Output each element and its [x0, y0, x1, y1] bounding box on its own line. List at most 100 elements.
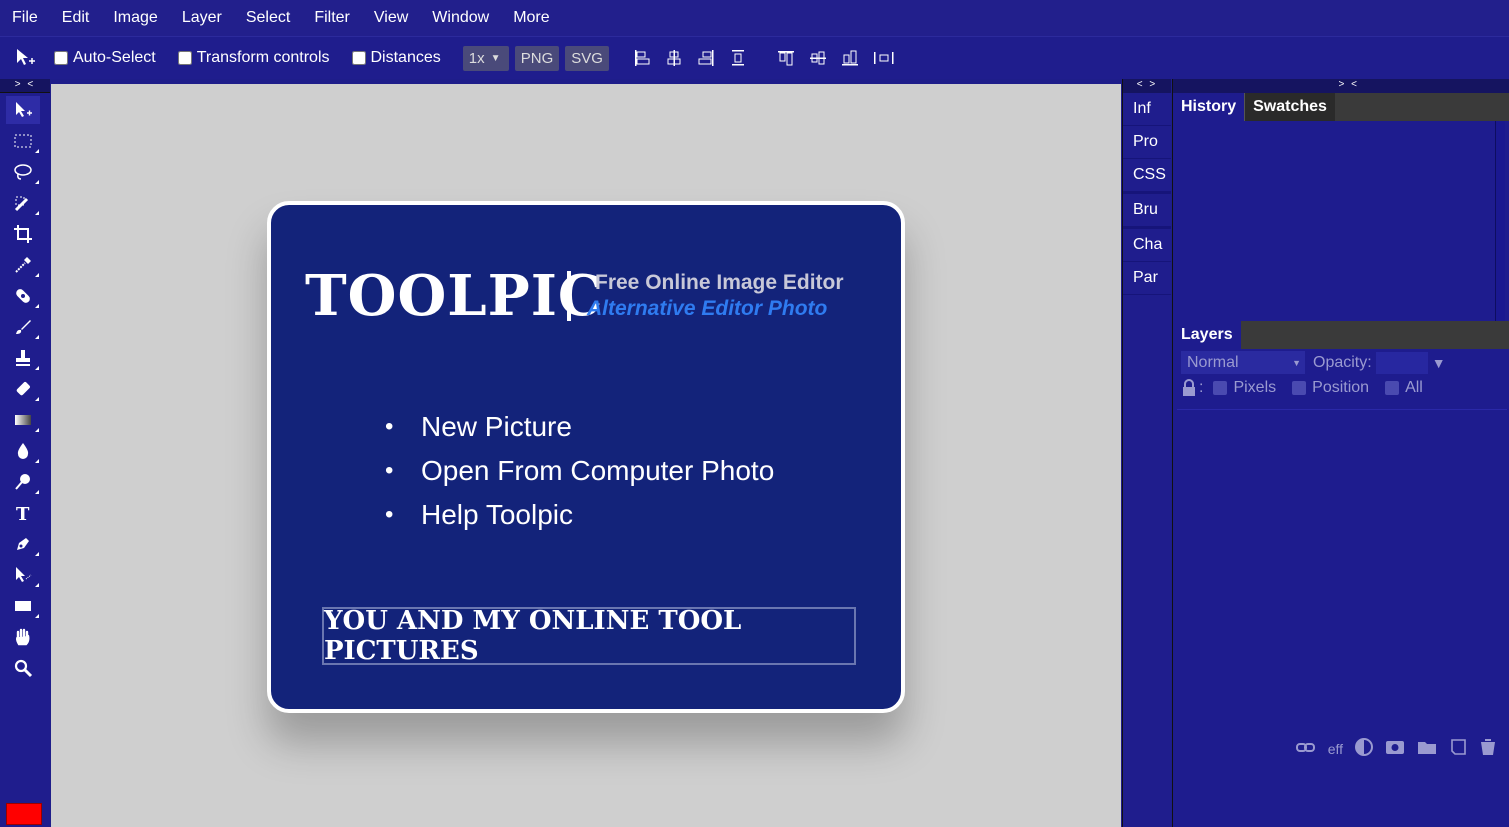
- marquee-tool[interactable]: [6, 127, 40, 155]
- distribute-vertical-icon[interactable]: [729, 49, 747, 67]
- foreground-color[interactable]: [6, 803, 42, 825]
- gradient-tool[interactable]: [6, 406, 40, 434]
- distances-label: Distances: [370, 49, 441, 66]
- clone-stamp-tool[interactable]: [6, 344, 40, 372]
- bandage-icon: [16, 289, 30, 303]
- opacity-dropdown-icon[interactable]: ▼: [1432, 355, 1446, 371]
- auto-select-checkbox[interactable]: Auto-Select: [54, 49, 156, 67]
- blend-mode-select[interactable]: Normal ▼: [1181, 351, 1305, 374]
- drop-icon: [17, 443, 29, 459]
- distances-input[interactable]: [351, 51, 366, 65]
- menu-bar: File Edit Image Layer Select Filter View…: [0, 0, 1509, 36]
- move-tool[interactable]: [6, 96, 40, 124]
- brush-icon: [16, 320, 31, 334]
- align-center-h-icon[interactable]: [665, 49, 683, 67]
- lock-all-box[interactable]: [1385, 381, 1400, 395]
- scale-select[interactable]: 1x ▼: [462, 45, 509, 71]
- pen-icon: [17, 538, 29, 550]
- dodge-tool[interactable]: [6, 468, 40, 496]
- transform-controls-input[interactable]: [177, 51, 192, 65]
- crop-tool[interactable]: [6, 220, 40, 248]
- menu-file[interactable]: File: [0, 9, 50, 27]
- menu-more[interactable]: More: [501, 9, 561, 27]
- lock-all-checkbox[interactable]: All: [1385, 379, 1423, 397]
- tab-history[interactable]: History: [1173, 93, 1245, 121]
- zoom-tool[interactable]: [6, 654, 40, 682]
- banner-text: YOU AND MY ONLINE TOOL PICTURES: [322, 606, 856, 666]
- shape-tool[interactable]: [6, 592, 40, 620]
- healing-tool[interactable]: [6, 282, 40, 310]
- chevron-down-icon: ▼: [490, 52, 501, 64]
- history-scrollbar[interactable]: [1495, 121, 1505, 321]
- lock-position-label: Position: [1312, 379, 1370, 396]
- link-icon[interactable]: [1295, 741, 1316, 757]
- menu-edit[interactable]: Edit: [50, 9, 102, 27]
- lock-pixels-checkbox[interactable]: Pixels: [1213, 379, 1276, 397]
- right-panel-collapse-toggle[interactable]: > <: [1173, 79, 1509, 93]
- marquee-icon: [14, 134, 32, 148]
- tab-css[interactable]: CSS: [1123, 159, 1171, 194]
- lock-position-checkbox[interactable]: Position: [1292, 379, 1369, 397]
- align-top-icon[interactable]: [777, 49, 795, 67]
- magic-wand-tool[interactable]: [6, 189, 40, 217]
- menu-layer[interactable]: Layer: [170, 9, 234, 27]
- options-bar: Auto-Select Transform controls Distances…: [0, 36, 1509, 79]
- canvas-image: TOOLPIC Free Online Image Editor Alterna…: [267, 201, 905, 713]
- stamp-icon: [16, 350, 30, 366]
- mini-panel-collapse-toggle[interactable]: < >: [1123, 79, 1171, 93]
- menu-view[interactable]: View: [362, 9, 420, 27]
- opacity-input[interactable]: [1375, 351, 1428, 374]
- text-tool[interactable]: T: [6, 499, 40, 527]
- logo-text: TOOLPIC: [305, 263, 604, 329]
- path-select-icon: [16, 567, 32, 582]
- layers-tabbar: Layers: [1173, 321, 1509, 349]
- align-left-icon[interactable]: [633, 49, 651, 67]
- effects-button[interactable]: eff: [1328, 741, 1343, 757]
- pen-tool[interactable]: [6, 530, 40, 558]
- blur-tool[interactable]: [6, 437, 40, 465]
- brush-tool[interactable]: [6, 313, 40, 341]
- tab-layers[interactable]: Layers: [1173, 321, 1241, 349]
- magnifier-icon: [14, 659, 33, 678]
- distribute-horizontal-icon[interactable]: [873, 49, 895, 67]
- tab-info[interactable]: Inf: [1123, 93, 1171, 126]
- tab-characters[interactable]: Cha: [1123, 229, 1171, 262]
- new-layer-icon[interactable]: [1449, 738, 1467, 759]
- hand-tool[interactable]: [6, 623, 40, 651]
- magic-wand-icon: [14, 196, 29, 212]
- menu-filter[interactable]: Filter: [302, 9, 362, 27]
- menu-select[interactable]: Select: [234, 9, 302, 27]
- canvas-area[interactable]: TOOLPIC Free Online Image Editor Alterna…: [51, 84, 1121, 827]
- new-picture-link[interactable]: New Picture: [421, 411, 774, 443]
- open-from-computer-link[interactable]: Open From Computer Photo: [421, 455, 774, 487]
- menu-window[interactable]: Window: [420, 9, 501, 27]
- lock-pixels-box[interactable]: [1213, 381, 1228, 395]
- auto-select-input[interactable]: [54, 51, 68, 65]
- transform-controls-checkbox[interactable]: Transform controls: [177, 49, 330, 67]
- distances-checkbox[interactable]: Distances: [351, 49, 441, 67]
- menu-image[interactable]: Image: [101, 9, 169, 27]
- export-svg-button[interactable]: SVG: [565, 45, 609, 71]
- eyedropper-tool[interactable]: [6, 251, 40, 279]
- align-right-icon[interactable]: [697, 49, 715, 67]
- tab-paragraph[interactable]: Par: [1123, 262, 1171, 295]
- adjust-icon[interactable]: [1355, 738, 1373, 759]
- lasso-tool[interactable]: [6, 158, 40, 186]
- align-middle-icon[interactable]: [809, 49, 827, 67]
- lock-all-label: All: [1405, 379, 1423, 396]
- export-png-button[interactable]: PNG: [514, 45, 560, 71]
- tab-brushes[interactable]: Bru: [1123, 194, 1171, 229]
- tab-swatches[interactable]: Swatches: [1244, 93, 1335, 121]
- tab-properties[interactable]: Pro: [1123, 126, 1171, 159]
- help-toolpic-link[interactable]: Help Toolpic: [421, 499, 774, 531]
- align-bottom-icon[interactable]: [841, 49, 859, 67]
- eyedropper-icon: [15, 257, 31, 273]
- trash-icon[interactable]: [1479, 738, 1497, 759]
- svg-text:T: T: [16, 504, 30, 523]
- path-select-tool[interactable]: [6, 561, 40, 589]
- folder-icon[interactable]: [1417, 739, 1437, 758]
- tools-collapse-toggle[interactable]: > <: [0, 79, 50, 93]
- lock-position-box[interactable]: [1292, 381, 1307, 395]
- eraser-tool[interactable]: [6, 375, 40, 403]
- mask-icon[interactable]: [1385, 739, 1405, 758]
